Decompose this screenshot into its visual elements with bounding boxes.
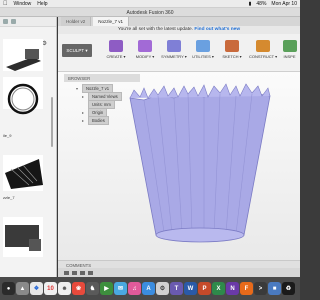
- update-notice-text: You're all set with the latest update.: [117, 27, 194, 32]
- document-tabs: Holder v2 Nozzle_7 v1: [58, 17, 300, 26]
- create-button[interactable]: CREATE ▾: [102, 40, 130, 66]
- launchpad-icon[interactable]: ▲: [16, 282, 29, 295]
- nozzle-rim: [129, 83, 271, 99]
- thumbnail-ring[interactable]: [3, 77, 43, 115]
- nozzle-base: [155, 227, 245, 243]
- modify-icon: [138, 40, 152, 52]
- dock: ● ▲ ❖ 10 ☻ ❀ ♞ ▶ ✉ ♫ A ⚙ T W P X N F > ■…: [0, 277, 300, 300]
- browser-row-bodies[interactable]: Bodies: [88, 116, 109, 125]
- powerpoint-icon[interactable]: P: [198, 282, 211, 295]
- data-panel: ⚙ ile_9 zzle_7: [0, 17, 57, 287]
- safari-icon[interactable]: ❖: [30, 282, 43, 295]
- photos-icon[interactable]: ❀: [72, 282, 85, 295]
- calendar-icon[interactable]: 10: [44, 282, 57, 295]
- construct-icon: [256, 40, 270, 52]
- ribbon-toolbar: SCULPT ▾ CREATE ▾ MODIFY ▾ SYMMETRY ▾ UT…: [58, 34, 300, 72]
- system-prefs-icon[interactable]: ⚙: [156, 282, 169, 295]
- new-folder-icon[interactable]: [11, 19, 16, 24]
- battery-icon[interactable]: ▮: [249, 1, 252, 7]
- utilities-button[interactable]: UTILITIES ▾: [189, 40, 217, 66]
- menu-bar:  Window Help ▮ 48% Mon Apr 10: [0, 0, 300, 8]
- title-bar: Autodesk Fusion 360: [0, 8, 300, 17]
- terminal-icon[interactable]: >: [254, 282, 267, 295]
- menu-window[interactable]: Window: [14, 1, 32, 7]
- upload-icon[interactable]: [3, 19, 8, 24]
- timeline-prev-icon[interactable]: [72, 270, 77, 275]
- timeline-play-icon[interactable]: [80, 270, 85, 275]
- contacts-icon[interactable]: ☻: [58, 282, 71, 295]
- data-panel-toolbar: [0, 17, 56, 27]
- create-icon: [109, 40, 123, 52]
- timeline-bar: [58, 268, 300, 277]
- nozzle-body: [129, 92, 271, 236]
- timeline-next-icon[interactable]: [88, 270, 93, 275]
- thumbnail-label: zzle_7: [3, 195, 15, 200]
- apple-icon[interactable]: : [3, 1, 8, 7]
- symmetry-button[interactable]: SYMMETRY ▾: [160, 40, 188, 66]
- word-icon[interactable]: W: [184, 282, 197, 295]
- clock[interactable]: Mon Apr 10: [271, 1, 297, 7]
- data-panel-scrollbar[interactable]: [51, 97, 53, 147]
- sketch-button[interactable]: SKETCH ▾: [218, 40, 246, 66]
- expand-icon[interactable]: ▸: [82, 118, 84, 123]
- expand-icon[interactable]: ▸: [82, 110, 84, 115]
- app-store-icon[interactable]: A: [142, 282, 155, 295]
- tab-nozzle[interactable]: Nozzle_7 v1: [93, 17, 130, 26]
- thumbnail-holder[interactable]: [3, 39, 43, 71]
- menu-help[interactable]: Help: [37, 1, 47, 7]
- whats-new-link[interactable]: Find out what's new: [194, 27, 240, 32]
- comments-bar[interactable]: COMMENTS: [58, 260, 300, 268]
- inspect-icon: [282, 40, 297, 52]
- comments-label: COMMENTS: [66, 262, 92, 268]
- expand-icon[interactable]: ▸: [82, 94, 84, 99]
- teams-icon[interactable]: T: [170, 282, 183, 295]
- inspect-button[interactable]: INSPE: [279, 40, 300, 66]
- thumbnail-label: ile_9: [3, 133, 12, 138]
- browser-panel: BROWSER ▾ Nozzle_7 v1 ▸ Named Views Unit…: [64, 74, 140, 134]
- utilities-icon: [196, 40, 210, 52]
- onenote-icon[interactable]: N: [226, 282, 239, 295]
- modify-button[interactable]: MODIFY ▾: [131, 40, 159, 66]
- browser-header[interactable]: BROWSER: [64, 74, 140, 82]
- sketch-icon: [225, 40, 239, 52]
- messages-icon[interactable]: ✉: [114, 282, 127, 295]
- finder-icon[interactable]: ●: [2, 282, 15, 295]
- window-title: Autodesk Fusion 360: [126, 10, 174, 16]
- timeline-start-icon[interactable]: [64, 270, 69, 275]
- battery-percent: 48%: [256, 0, 267, 7]
- thumbnail-part[interactable]: [3, 217, 43, 257]
- facetime-icon[interactable]: ▶: [100, 282, 113, 295]
- thumbnail-nozzle[interactable]: [3, 155, 43, 191]
- workspace-switcher[interactable]: SCULPT ▾: [62, 44, 92, 57]
- construct-button[interactable]: CONSTRUCT ▾: [249, 40, 277, 66]
- tab-holder[interactable]: Holder v2: [61, 17, 92, 26]
- expand-icon[interactable]: ▾: [76, 86, 78, 91]
- music-icon[interactable]: ♫: [128, 282, 141, 295]
- trash-icon[interactable]: ♻: [282, 282, 295, 295]
- excel-icon[interactable]: X: [212, 282, 225, 295]
- chess-icon[interactable]: ♞: [86, 282, 99, 295]
- symmetry-icon: [167, 40, 181, 52]
- fusion-icon[interactable]: F: [240, 282, 253, 295]
- finder-folder-icon[interactable]: ■: [268, 282, 281, 295]
- update-notice: You're all set with the latest update. F…: [58, 26, 300, 34]
